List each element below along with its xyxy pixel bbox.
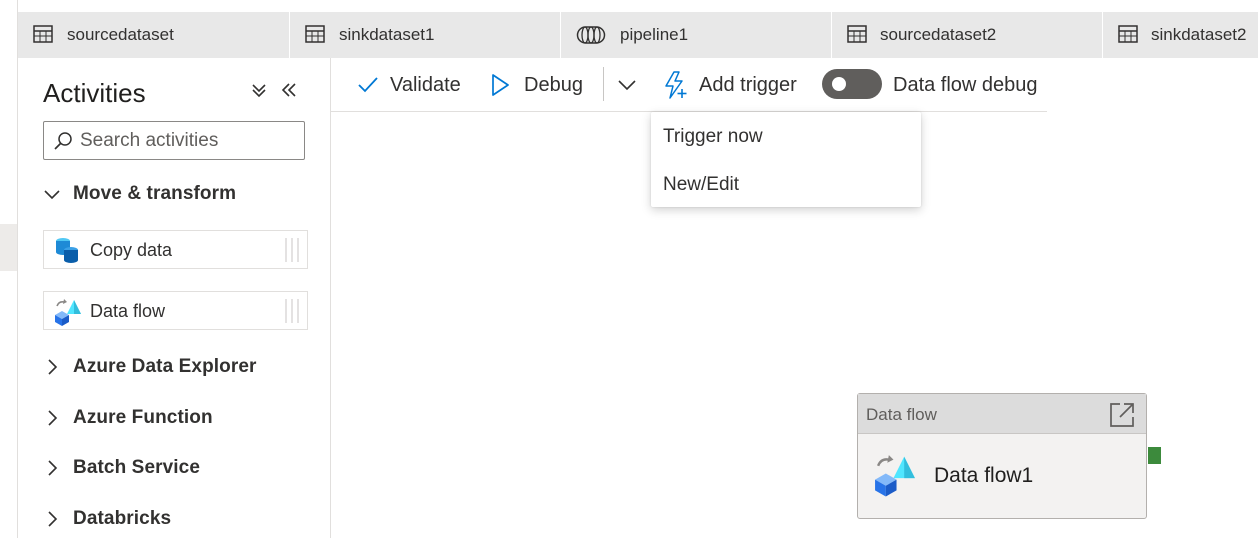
data-flow-icon	[55, 299, 81, 326]
search-activities-box	[43, 121, 305, 160]
node-header: Data flow	[858, 394, 1146, 434]
group-label: Move & transform	[73, 183, 237, 204]
tab-label: sinkdataset1	[339, 25, 435, 44]
toolbar-separator	[603, 67, 604, 101]
group-batch-service[interactable]: Batch Service	[43, 453, 200, 483]
open-external-icon[interactable]	[1109, 402, 1135, 428]
debug-options-dropdown[interactable]	[617, 70, 637, 100]
tab-sinkdataset2[interactable]: sinkdataset2	[1103, 12, 1258, 58]
table-icon	[33, 25, 53, 43]
table-icon	[1118, 25, 1138, 43]
data-flow-debug-toggle[interactable]	[822, 69, 882, 99]
menu-item-trigger-now[interactable]: Trigger now	[651, 116, 921, 156]
group-label: Azure Function	[73, 407, 213, 428]
activity-data-flow[interactable]: Data flow	[43, 291, 308, 330]
table-icon	[847, 25, 867, 43]
group-label: Batch Service	[73, 457, 200, 478]
play-icon	[492, 74, 509, 96]
debug-button[interactable]: Debug	[490, 70, 583, 100]
left-nav-strip	[0, 0, 18, 538]
pipeline-editor: sourcedataset sinkdataset1 pipeline1 sou…	[0, 0, 1258, 538]
collapse-all-icon[interactable]	[250, 80, 268, 100]
search-activities-input[interactable]	[80, 128, 295, 154]
pipeline-toolbar: Validate Debug Add trigger Data flow deb…	[331, 58, 1047, 112]
menu-item-label: Trigger now	[663, 126, 763, 147]
hide-pane-icon[interactable]	[280, 80, 298, 100]
validate-label: Validate	[390, 73, 461, 96]
node-name: Data flow1	[934, 464, 1034, 487]
tab-sourcedataset[interactable]: sourcedataset	[18, 12, 290, 58]
tab-label: sinkdataset2	[1151, 25, 1247, 44]
tab-sinkdataset1[interactable]: sinkdataset1	[290, 12, 561, 58]
group-databricks[interactable]: Databricks	[43, 504, 171, 534]
chevron-right-icon	[48, 460, 58, 476]
chevron-down-icon	[44, 190, 60, 200]
add-trigger-label: Add trigger	[699, 73, 797, 96]
document-tab-bar: sourcedataset sinkdataset1 pipeline1 sou…	[18, 12, 1258, 58]
search-icon	[54, 132, 72, 150]
tab-label: sourcedataset2	[880, 25, 997, 44]
tab-sourcedataset2[interactable]: sourcedataset2	[832, 12, 1103, 58]
checkmark-icon	[358, 77, 378, 93]
pipeline-icon	[576, 26, 606, 44]
menu-item-label: New/Edit	[663, 174, 740, 195]
chevron-down-icon	[618, 80, 636, 91]
activity-copy-data[interactable]: Copy data	[43, 230, 308, 269]
validate-button[interactable]: Validate	[357, 70, 461, 100]
tab-pipeline1[interactable]: pipeline1	[561, 12, 832, 58]
group-move-transform[interactable]: Move & transform	[43, 179, 236, 209]
group-label: Azure Data Explorer	[73, 356, 257, 377]
activity-label: Copy data	[90, 240, 173, 260]
menu-item-new-edit[interactable]: New/Edit	[651, 164, 921, 204]
chevron-right-icon	[48, 410, 58, 426]
group-azure-data-explorer[interactable]: Azure Data Explorer	[43, 352, 257, 382]
drag-handle-icon[interactable]	[283, 237, 301, 263]
tab-label: pipeline1	[620, 25, 689, 44]
left-nav-selected-marker[interactable]	[0, 224, 17, 271]
add-trigger-button[interactable]: Add trigger	[663, 70, 797, 100]
success-output-port[interactable]	[1148, 447, 1161, 464]
table-icon	[305, 25, 325, 43]
activities-pane: Activities Move & transform	[18, 58, 331, 538]
add-trigger-menu: Trigger now New/Edit	[651, 112, 921, 207]
activities-title: Activities	[43, 78, 146, 108]
data-flow-debug-label: Data flow debug	[893, 73, 1038, 96]
toggle-knob	[832, 77, 846, 91]
group-label: Databricks	[73, 508, 172, 529]
activity-label: Data flow	[90, 301, 166, 321]
group-azure-function[interactable]: Azure Function	[43, 403, 213, 433]
drag-handle-icon[interactable]	[283, 298, 301, 324]
data-flow-activity-node[interactable]: Data flow Data flow1	[857, 393, 1147, 519]
node-type-label: Data flow	[866, 405, 937, 424]
copy-data-icon	[56, 238, 78, 263]
debug-label: Debug	[524, 73, 583, 96]
data-flow-icon	[875, 455, 915, 497]
lightning-bolt-icon	[665, 71, 687, 99]
chevron-right-icon	[48, 359, 58, 375]
chevron-right-icon	[48, 511, 58, 527]
tab-label: sourcedataset	[67, 25, 174, 44]
data-flow-debug-label-wrap: Data flow debug	[893, 70, 1038, 100]
